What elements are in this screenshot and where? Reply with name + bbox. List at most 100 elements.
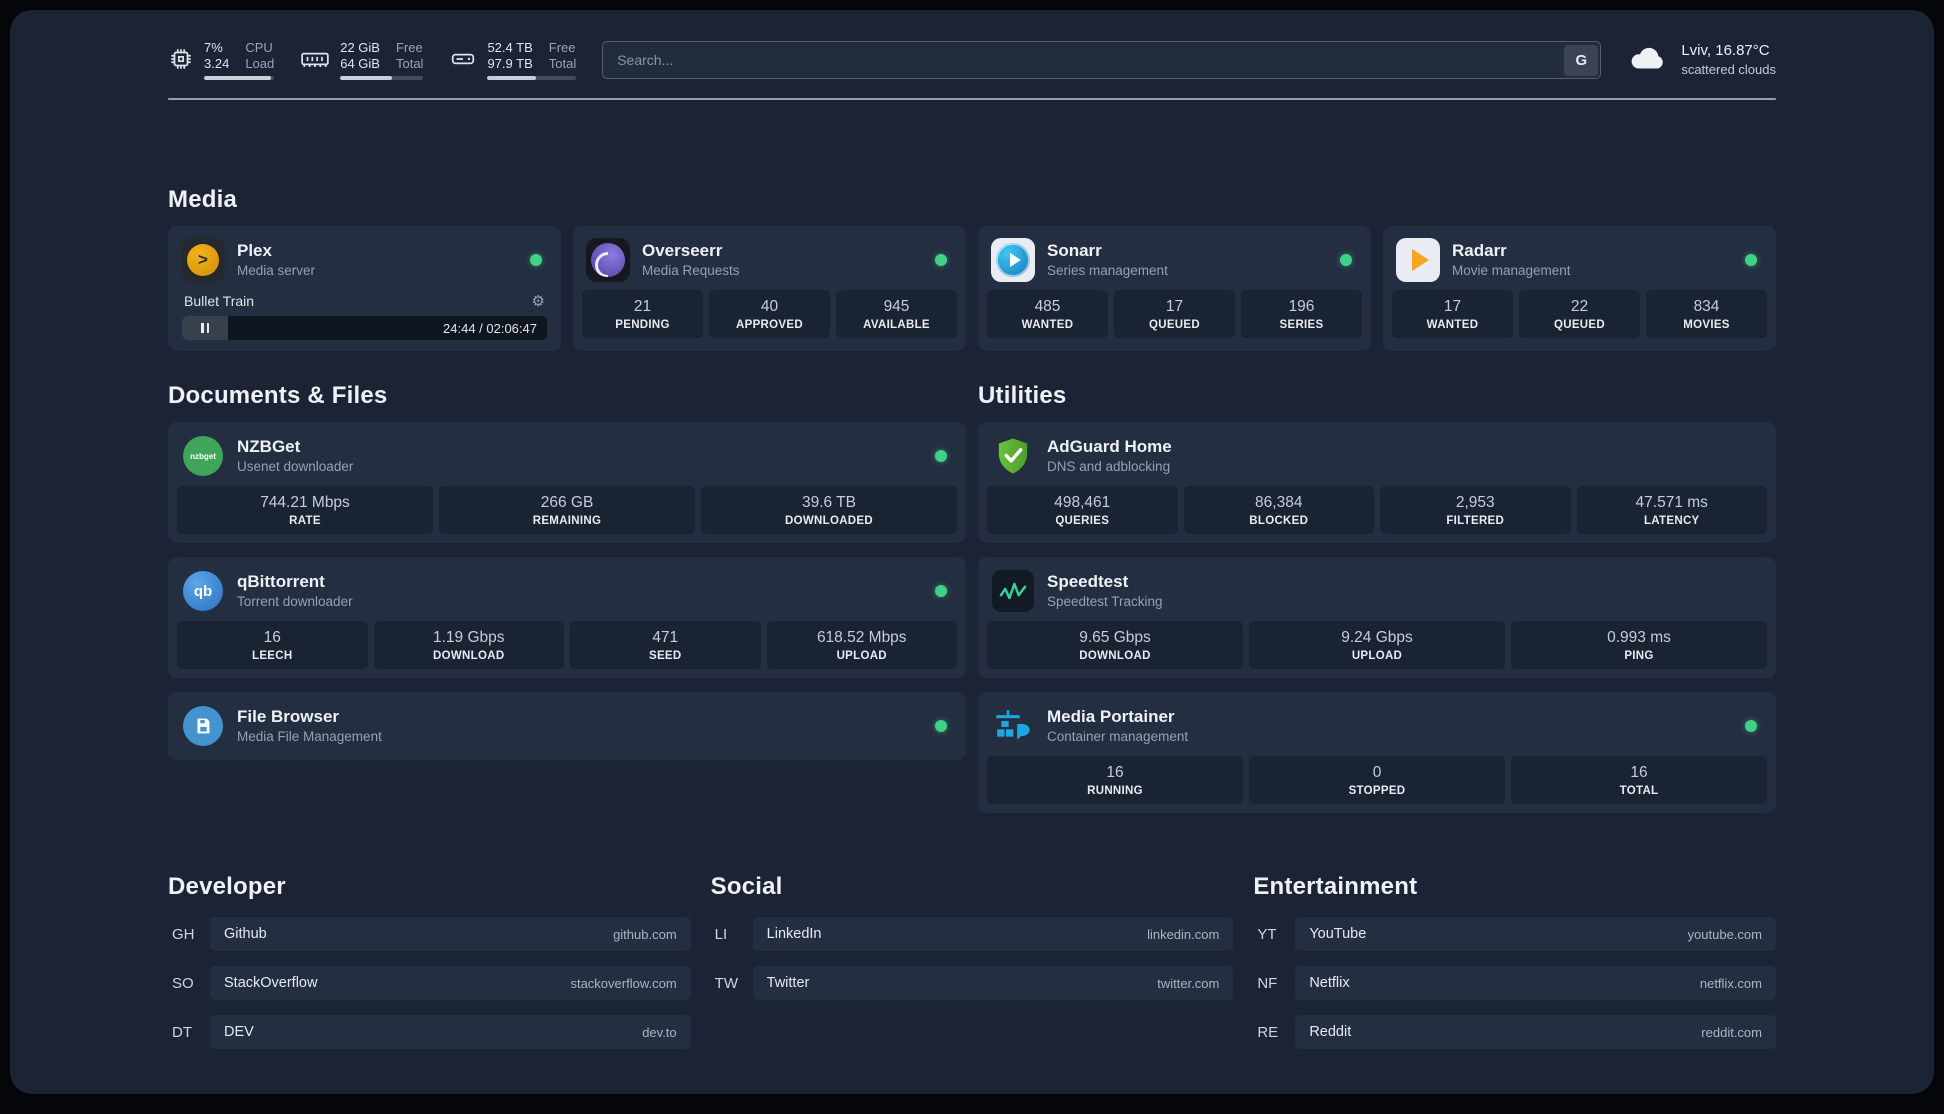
app-card-nzbget[interactable]: nzbget NZBGet Usenet downloader 744.21 M… (168, 422, 966, 543)
app-card-plex[interactable]: > Plex Media server Bullet Train ⚙ 24:44… (168, 226, 561, 351)
bookmark-domain: youtube.com (1687, 926, 1762, 942)
bookmark-link-reddit[interactable]: Reddit reddit.com (1295, 1015, 1776, 1049)
app-card-portainer[interactable]: Media Portainer Container management 16 … (978, 692, 1776, 813)
memory-bar-fill (340, 76, 392, 80)
bookmark-abbr: YT (1257, 925, 1277, 943)
stat-label: APPROVED (736, 319, 803, 331)
weather-condition: scattered clouds (1681, 62, 1776, 78)
stat-value: 21 (633, 298, 652, 315)
portainer-icon (991, 704, 1035, 748)
app-name: Speedtest (1047, 572, 1129, 592)
search-input[interactable] (602, 41, 1602, 79)
speedtest-icon (991, 569, 1035, 613)
memory-total-label: Total (395, 56, 424, 71)
app-card-qbittorrent[interactable]: qb qBittorrent Torrent downloader 16 LEE… (168, 557, 966, 678)
cpu-icon (168, 46, 194, 77)
stat-value: 744.21 Mbps (260, 494, 350, 511)
stat-value: 471 (652, 629, 679, 646)
stat-value: 16 (1106, 764, 1124, 781)
memory-total-value: 64 GiB (340, 56, 380, 71)
stat-remaining: 266 GB REMAINING (439, 486, 695, 534)
stat-filtered: 2,953 FILTERED (1380, 486, 1571, 534)
stat-download: 9.65 Gbps DOWNLOAD (987, 621, 1243, 669)
playback-time: 24:44 / 02:06:47 (443, 320, 537, 336)
stat-label: DOWNLOADED (785, 515, 873, 527)
stat-upload: 618.52 Mbps UPLOAD (766, 621, 957, 669)
cpu-metric: 7% CPU 3.24 Load (168, 40, 275, 80)
app-card-radarr[interactable]: Radarr Movie management 17 WANTED 22 QUE… (1383, 226, 1776, 351)
stat-label: QUERIES (1055, 515, 1110, 527)
app-subtitle: Usenet downloader (237, 459, 354, 475)
bookmark-name: DEV (224, 1024, 254, 1040)
app-card-sonarr[interactable]: Sonarr Series management 485 WANTED 17 Q… (978, 226, 1371, 351)
media-section-title: Media (168, 186, 238, 213)
app-subtitle: DNS and adblocking (1047, 459, 1171, 475)
stat-value: 47.571 ms (1635, 494, 1708, 511)
stat-label: SEED (648, 650, 682, 662)
bookmark-domain: netflix.com (1699, 975, 1762, 991)
playback-seekbar[interactable]: 24:44 / 02:06:47 (182, 316, 547, 340)
stat-value: 945 (883, 298, 910, 315)
bookmark-domain: stackoverflow.com (570, 975, 677, 991)
stat-label: LATENCY (1643, 515, 1700, 527)
status-dot (530, 254, 542, 266)
status-dot (935, 254, 947, 266)
app-subtitle: Series management (1047, 263, 1168, 279)
bookmark-link-dev[interactable]: DEV dev.to (210, 1015, 691, 1049)
media-section: Media > Plex Media server Bullet Train ⚙… (168, 186, 1776, 351)
stat-value: 1.19 Gbps (432, 629, 505, 646)
bookmark-link-github[interactable]: Github github.com (210, 917, 691, 951)
developer-section-title: Developer (168, 873, 286, 900)
bookmark-link-netflix[interactable]: Netflix netflix.com (1295, 966, 1776, 1000)
bookmark-abbr: LI (714, 925, 728, 943)
app-card-adguard[interactable]: AdGuard Home DNS and adblocking 498,461 … (978, 422, 1776, 543)
app-card-filebrowser[interactable]: File Browser Media File Management (168, 692, 966, 760)
app-subtitle: Container management (1047, 729, 1189, 745)
stat-label: PENDING (615, 319, 670, 331)
status-dot (935, 720, 947, 732)
stat-value: 9.24 Gbps (1341, 629, 1413, 646)
disk-total-label: Total (548, 56, 577, 71)
app-card-speedtest[interactable]: Speedtest Speedtest Tracking 9.65 Gbps D… (978, 557, 1776, 678)
bookmark-row: SO StackOverflow stackoverflow.com (168, 966, 691, 1000)
bookmark-link-stackoverflow[interactable]: StackOverflow stackoverflow.com (210, 966, 691, 1000)
bookmark-row: RE Reddit reddit.com (1253, 1015, 1776, 1049)
pause-icon (201, 323, 204, 333)
status-dot (935, 585, 947, 597)
gear-icon[interactable]: ⚙ (532, 292, 545, 310)
radarr-icon (1396, 238, 1440, 282)
stat-value: 485 (1034, 298, 1061, 315)
cpu-bar (204, 76, 275, 80)
pause-button[interactable] (182, 316, 228, 340)
stat-blocked: 86,384 BLOCKED (1183, 486, 1374, 534)
bookmark-row: YT YouTube youtube.com (1253, 917, 1776, 951)
bookmark-link-youtube[interactable]: YouTube youtube.com (1295, 917, 1776, 951)
status-dot (1745, 720, 1757, 732)
social-section-title: Social (710, 873, 783, 900)
bookmark-domain: twitter.com (1157, 975, 1220, 991)
dashboard: 7% CPU 3.24 Load 22 GiB Free 64 GiB Tota… (10, 10, 1934, 1094)
bookmark-row: GH Github github.com (168, 917, 691, 951)
stat-running: 16 RUNNING (987, 756, 1243, 804)
disk-total-value: 97.9 TB (487, 56, 533, 71)
stat-series: 196 SERIES (1241, 290, 1362, 338)
status-dot (935, 450, 947, 462)
stat-label: WANTED (1426, 319, 1479, 331)
stat-total: 16 TOTAL (1511, 756, 1767, 804)
stat-queued: 22 QUEUED (1519, 290, 1640, 338)
cloud-icon (1627, 42, 1669, 77)
disk-metric: 52.4 TB Free 97.9 TB Total (449, 40, 577, 80)
app-subtitle: Media Requests (642, 263, 740, 279)
app-subtitle: Media File Management (237, 729, 382, 745)
app-card-overseerr[interactable]: Overseerr Media Requests 21 PENDING 40 A… (573, 226, 966, 351)
documents-section: Documents & Files nzbget NZBGet Usenet d… (168, 382, 966, 760)
bookmark-abbr: GH (172, 925, 195, 943)
stat-seed: 471 SEED (570, 621, 761, 669)
memory-free-value: 22 GiB (340, 40, 380, 55)
stat-value: 196 (1288, 298, 1315, 315)
bookmark-link-linkedin[interactable]: LinkedIn linkedin.com (752, 917, 1234, 951)
stat-label: BLOCKED (1249, 515, 1309, 527)
search-engine-button[interactable]: G (1564, 44, 1599, 76)
stat-label: SERIES (1279, 319, 1324, 331)
bookmark-link-twitter[interactable]: Twitter twitter.com (752, 966, 1234, 1000)
